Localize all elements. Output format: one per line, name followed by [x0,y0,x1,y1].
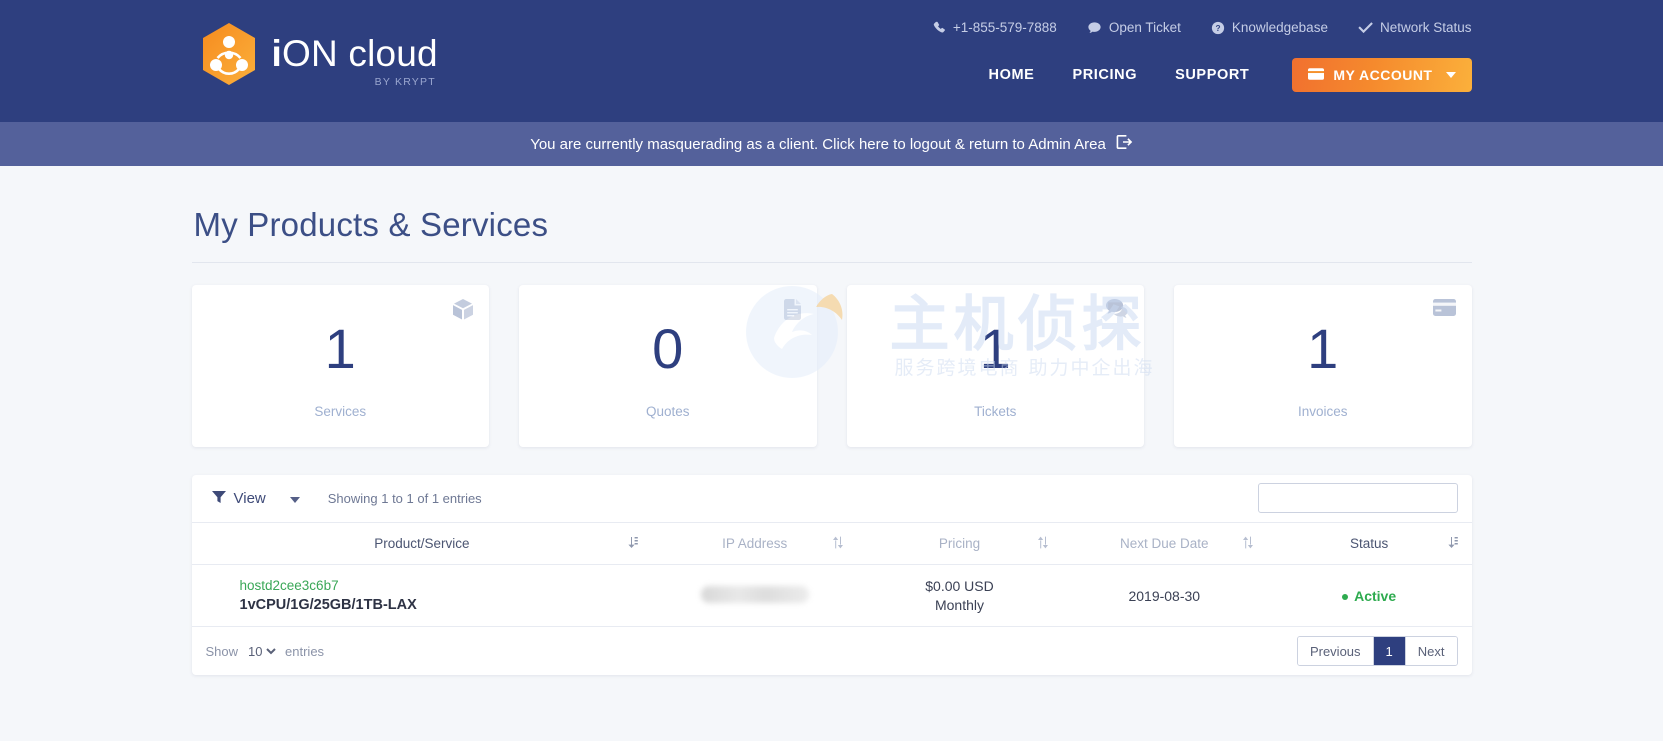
stat-label: Tickets [974,404,1016,419]
chevron-down-icon [1446,72,1456,78]
page-length-select[interactable]: 10 [244,643,279,660]
stat-card-tickets[interactable]: 1 Tickets [847,285,1145,447]
stat-card-services[interactable]: 1 Services [192,285,490,447]
table-toolbar: View Showing 1 to 1 of 1 entries [192,475,1472,522]
brand-logo-link[interactable]: iON cloud BY KRYPT [200,22,438,86]
status-badge: Active [1342,588,1396,604]
price-amount: $0.00 USD [857,577,1062,596]
col-label: Product/Service [374,536,469,551]
stat-card-invoices[interactable]: 1 Invoices [1174,285,1472,447]
box-icon [453,299,473,325]
cell-product-service: hostd2cee3c6b7 1vCPU/1G/25GB/1TB-LAX [192,565,653,627]
price-cycle: Monthly [857,596,1062,615]
file-icon [784,299,801,325]
nav-item-home[interactable]: HOME [970,67,1054,83]
site-header: iON cloud BY KRYPT +1-855-579-7888 Open … [0,0,1663,122]
table-body: hostd2cee3c6b7 1vCPU/1G/25GB/1TB-LAX $0.… [192,565,1472,627]
ip-address-redacted [701,586,809,603]
col-label: Next Due Date [1120,536,1209,551]
page-title: My Products & Services [192,206,1472,263]
col-header-next-due-date[interactable]: Next Due Date [1062,523,1267,565]
status-dot-icon [1342,594,1348,600]
stat-label: Quotes [646,404,690,419]
entries-info: Showing 1 to 1 of 1 entries [328,491,482,506]
check-icon [1358,21,1373,34]
utility-nav: +1-855-579-7888 Open Ticket ? Knowledgeb… [933,20,1472,35]
my-account-button[interactable]: MY ACCOUNT [1292,58,1471,92]
top-link-label: Network Status [1380,20,1472,35]
credit-card-icon [1433,299,1456,321]
pagination-next-button[interactable]: Next [1406,637,1457,665]
phone-icon [933,21,946,34]
cell-status: Active [1267,565,1472,627]
col-header-status[interactable]: Status [1267,523,1472,565]
stat-label: Services [314,404,366,419]
sort-icon [628,536,638,551]
top-link-label: +1-855-579-7888 [953,20,1057,35]
view-button-label: View [234,490,266,507]
credit-card-icon [1308,67,1324,83]
col-header-product-service[interactable]: Product/Service [192,523,653,565]
entries-label: entries [285,644,324,659]
stat-card-quotes[interactable]: 0 Quotes [519,285,817,447]
show-label: Show [206,644,239,659]
cell-next-due-date: 2019-08-30 [1062,565,1267,627]
services-table: Product/Service IP Address [192,522,1472,627]
top-link-open-ticket[interactable]: Open Ticket [1087,20,1181,35]
col-header-pricing[interactable]: Pricing [857,523,1062,565]
brand-tagline: BY KRYPT [375,76,436,88]
summary-cards: 1 Services 0 Quotes [192,285,1472,447]
cell-pricing: $0.00 USD Monthly [857,565,1062,627]
services-table-panel: View Showing 1 to 1 of 1 entries Product… [192,475,1472,675]
sort-icon [1243,536,1253,551]
comments-icon [1106,299,1128,324]
stat-value: 1 [980,318,1011,380]
stat-value: 1 [325,318,356,380]
my-account-label: MY ACCOUNT [1333,67,1432,83]
top-link-label: Knowledgebase [1232,20,1328,35]
main-nav: HOME PRICING SUPPORT MY ACCOUNT [970,58,1472,92]
chevron-down-icon [290,497,300,503]
filter-icon [212,490,226,508]
top-link-label: Open Ticket [1109,20,1181,35]
stat-label: Invoices [1298,404,1348,419]
svg-text:?: ? [1215,23,1220,33]
top-link-phone[interactable]: +1-855-579-7888 [933,20,1057,35]
nav-item-support[interactable]: SUPPORT [1156,67,1268,83]
sort-icon [833,536,843,551]
table-header-row: Product/Service IP Address [192,523,1472,565]
pagination-page-1-button[interactable]: 1 [1374,637,1406,665]
page-length-control: Show 10 entries [206,643,325,660]
stat-value: 0 [652,318,683,380]
table-head: Product/Service IP Address [192,523,1472,565]
nav-item-pricing[interactable]: PRICING [1053,67,1156,83]
status-label: Active [1354,588,1396,604]
col-header-ip-address[interactable]: IP Address [652,523,857,565]
product-link[interactable]: hostd2cee3c6b7 [240,576,653,595]
col-label: Status [1350,536,1388,551]
question-circle-icon: ? [1211,21,1225,35]
col-label: Pricing [939,536,980,551]
brand-name: iON cloud [272,33,438,74]
sign-out-icon [1116,134,1133,154]
masquerade-message: You are currently masquerading as a clie… [530,136,1106,153]
product-name: 1vCPU/1G/25GB/1TB-LAX [240,597,417,613]
pagination-previous-button[interactable]: Previous [1298,637,1374,665]
sort-icon [1448,536,1458,551]
top-link-network-status[interactable]: Network Status [1358,20,1472,35]
ion-cloud-hex-logo-icon [200,22,258,86]
table-search-input[interactable] [1258,483,1458,513]
col-label: IP Address [722,536,787,551]
table-footer: Show 10 entries Previous 1 Next [192,627,1472,675]
pagination: Previous 1 Next [1297,636,1458,666]
top-link-knowledgebase[interactable]: ? Knowledgebase [1211,20,1328,35]
table-row[interactable]: hostd2cee3c6b7 1vCPU/1G/25GB/1TB-LAX $0.… [192,565,1472,627]
comment-icon [1087,21,1102,35]
page-body: My Products & Services 1 Services [0,166,1663,741]
cell-ip-address [652,565,857,627]
masquerade-banner[interactable]: You are currently masquerading as a clie… [0,122,1663,166]
stat-value: 1 [1307,318,1338,380]
view-filter-button[interactable]: View [206,490,306,508]
sort-icon [1038,536,1048,551]
